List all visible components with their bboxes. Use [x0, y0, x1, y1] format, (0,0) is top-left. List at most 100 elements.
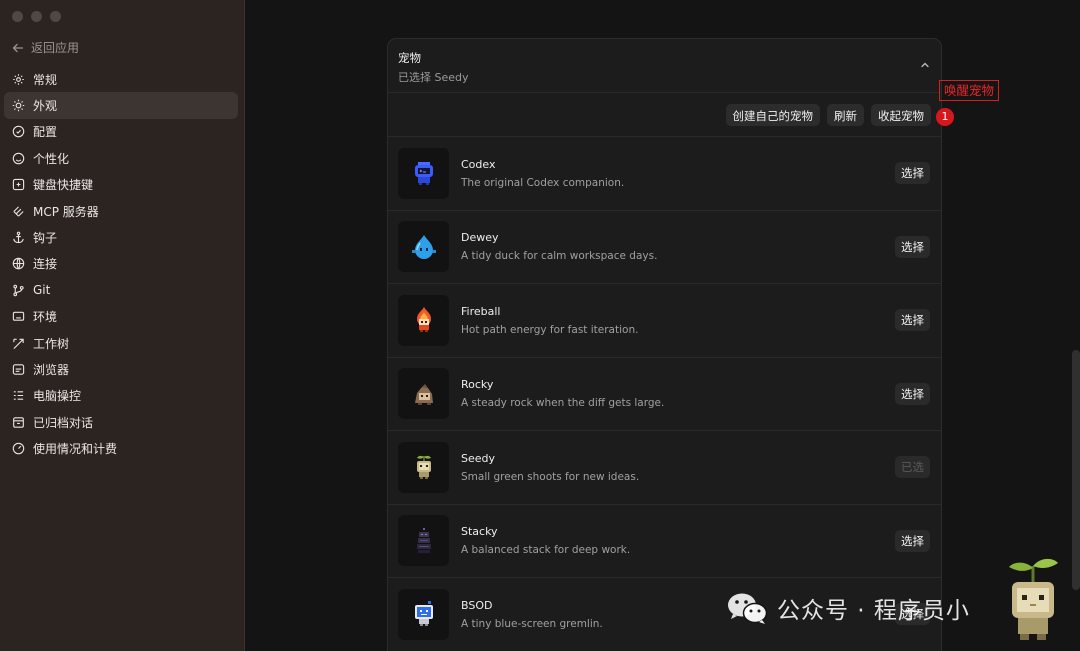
- pet-description: Hot path energy for fast iteration.: [461, 323, 639, 336]
- pet-name: Stacky: [461, 525, 498, 539]
- selected-pet-button: 已选: [895, 456, 930, 478]
- wechat-icon: [728, 593, 768, 624]
- rocky-pet-icon: [414, 383, 433, 405]
- sidebar-item-label: 键盘快捷键: [33, 178, 94, 193]
- pet-name: Fireball: [461, 304, 501, 318]
- chevron-up-icon[interactable]: [919, 59, 931, 71]
- sidebar-item-label: 已归档对话: [33, 415, 94, 430]
- stacky-pet-icon: [416, 527, 431, 553]
- pet-row-codex: Codex The original Codex companion. 选择: [388, 137, 941, 211]
- sidebar-item-label: 电脑操控: [33, 389, 82, 404]
- tuck-away-pet-button[interactable]: 收起宠物: [871, 103, 931, 126]
- sidebar-item-label: 环境: [33, 310, 58, 325]
- floating-seedy-pet[interactable]: [998, 552, 1068, 647]
- sidebar-item-hooks[interactable]: 钩子: [4, 224, 238, 250]
- pet-description: Small green shoots for new ideas.: [461, 470, 640, 483]
- sidebar-item-usage-billing[interactable]: 使用情况和计费: [4, 435, 238, 461]
- pet-row-dewey: Dewey A tidy duck for calm workspace day…: [388, 211, 941, 284]
- select-pet-button[interactable]: 选择: [895, 529, 930, 552]
- sidebar-item-label: 配置: [33, 125, 58, 140]
- pet-row-rocky: Rocky A steady rock when the diff gets l…: [388, 358, 941, 431]
- pets-actions-bar: 创建自己的宠物 刷新 收起宠物: [388, 93, 941, 137]
- pet-name: Rocky: [461, 378, 494, 392]
- pets-panel: 宠物 已选择 Seedy 创建自己的宠物 刷新 收起宠物 Codex The o…: [387, 38, 942, 651]
- close-window-button[interactable]: [12, 11, 23, 22]
- pet-name: Codex: [461, 157, 496, 171]
- pet-description: A steady rock when the diff gets large.: [461, 397, 665, 410]
- anchor-icon: [13, 231, 24, 244]
- pet-name: BSOD: [461, 598, 493, 612]
- back-label: 返回应用: [31, 41, 80, 55]
- select-pet-button[interactable]: 选择: [895, 235, 930, 258]
- keyboard-icon: [12, 179, 25, 191]
- pet-description: A balanced stack for deep work.: [461, 544, 631, 557]
- panel-title: 宠物: [398, 51, 421, 65]
- fireball-pet-icon: [416, 307, 431, 333]
- sidebar-item-connections[interactable]: 连接: [4, 251, 238, 277]
- wake-pet-annotation: 唤醒宠物: [939, 80, 1000, 101]
- window-controls: [12, 11, 61, 22]
- gear-icon: [13, 73, 24, 85]
- sidebar-item-mcp-servers[interactable]: MCP 服务器: [4, 198, 238, 224]
- browser-icon: [12, 364, 25, 375]
- pet-description: The original Codex companion.: [461, 176, 625, 189]
- computer-use-icon: [13, 391, 24, 401]
- pets-panel-header[interactable]: 宠物 已选择 Seedy: [388, 39, 941, 93]
- back-to-app-link[interactable]: 返回应用: [12, 39, 79, 56]
- bsod-pet-icon: [414, 601, 433, 627]
- sidebar-item-git[interactable]: Git: [4, 277, 238, 303]
- pet-description: A tiny blue-screen gremlin.: [461, 617, 603, 630]
- sidebar-item-label: MCP 服务器: [33, 204, 99, 219]
- select-pet-button[interactable]: 选择: [895, 162, 930, 184]
- sidebar-item-keyboard-shortcuts[interactable]: 键盘快捷键: [4, 172, 238, 198]
- selected-pet-subtitle: 已选择 Seedy: [398, 71, 469, 84]
- sidebar-item-environment[interactable]: 环境: [4, 304, 238, 330]
- monitor-icon: [12, 311, 25, 321]
- sidebar-item-computer-use[interactable]: 电脑操控: [4, 383, 238, 409]
- seedy-pet-icon: [416, 456, 431, 480]
- sidebar-item-general[interactable]: 常规: [4, 66, 238, 92]
- arrow-left-icon: [12, 43, 24, 52]
- pet-name: Seedy: [461, 451, 496, 465]
- sidebar-item-appearance[interactable]: 外观: [4, 92, 238, 119]
- pet-thumbnail: [398, 515, 449, 567]
- select-pet-button[interactable]: 选择: [895, 309, 930, 331]
- gauge-icon: [12, 442, 25, 455]
- sidebar-item-archived-chats[interactable]: 已归档对话: [4, 409, 238, 435]
- sidebar-item-label: 使用情况和计费: [33, 442, 118, 457]
- refresh-button[interactable]: 刷新: [827, 103, 864, 126]
- pet-thumbnail: [398, 588, 449, 640]
- sidebar-item-label: 外观: [33, 99, 58, 114]
- git-branch-icon: [13, 284, 24, 297]
- config-icon: [12, 126, 25, 138]
- sidebar-item-label: 常规: [33, 72, 58, 87]
- worktree-icon: [13, 338, 24, 349]
- pet-description: A tidy duck for calm workspace days.: [461, 250, 658, 263]
- sidebar-item-label: 连接: [33, 257, 58, 272]
- pet-name: Dewey: [461, 231, 499, 245]
- sidebar-item-config[interactable]: 配置: [4, 119, 238, 145]
- minimize-window-button[interactable]: [31, 11, 42, 22]
- pet-row-fireball: Fireball Hot path energy for fast iterat…: [388, 284, 941, 358]
- select-pet-button[interactable]: 选择: [895, 382, 930, 405]
- personalize-icon: [12, 152, 25, 165]
- settings-nav: 常规 外观 配置 个性化 键盘快捷键 MCP 服务器 钩子 连接 Git 环境 …: [4, 66, 238, 462]
- pet-thumbnail: [398, 441, 449, 493]
- scrollbar[interactable]: [1072, 350, 1080, 590]
- pet-row-stacky: Stacky A balanced stack for deep work. 选…: [388, 505, 941, 578]
- pet-thumbnail: [398, 221, 449, 273]
- sidebar: 返回应用 常规 外观 配置 个性化 键盘快捷键 MCP 服务器 钩子 连接 Gi…: [0, 0, 245, 651]
- create-pet-button[interactable]: 创建自己的宠物: [725, 103, 820, 126]
- pet-thumbnail: [398, 368, 449, 420]
- globe-icon: [12, 258, 25, 270]
- zoom-window-button[interactable]: [50, 11, 61, 22]
- step-badge: 1: [936, 108, 954, 126]
- sidebar-item-label: 钩子: [33, 231, 58, 246]
- sidebar-item-personalize[interactable]: 个性化: [4, 145, 238, 171]
- archive-icon: [13, 417, 24, 428]
- sidebar-item-browser[interactable]: 浏览器: [4, 356, 238, 382]
- sidebar-item-worktrees[interactable]: 工作树: [4, 330, 238, 356]
- mcp-icon: [13, 206, 24, 217]
- pet-thumbnail: [398, 294, 449, 346]
- sidebar-item-label: 个性化: [33, 151, 70, 166]
